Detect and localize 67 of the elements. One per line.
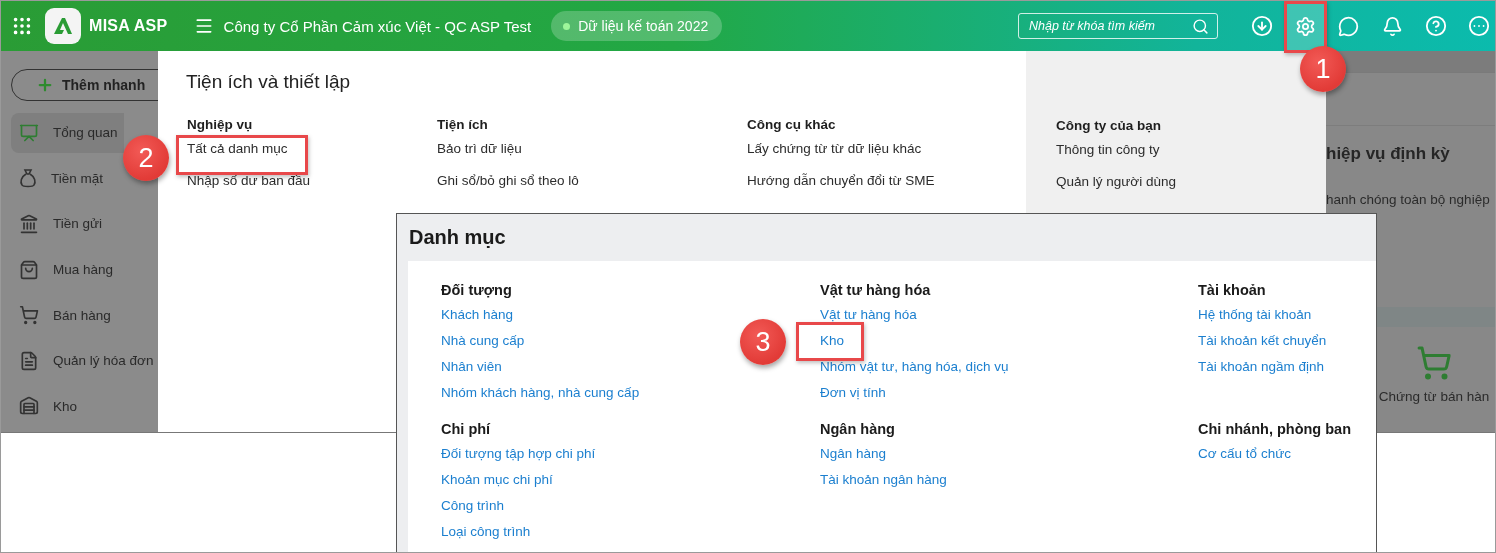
gear-icon[interactable] xyxy=(1294,15,1316,37)
apps-grid-icon[interactable] xyxy=(11,15,33,37)
catalog-link[interactable]: Nhóm vật tư, hàng hóa, dịch vụ xyxy=(820,359,1009,385)
settings-link[interactable]: Thông tin công ty xyxy=(1056,142,1160,174)
group-heading: Chi nhánh, phòng ban xyxy=(1198,420,1353,439)
app-name: MISA ASP xyxy=(89,17,168,35)
catalog-link[interactable]: Nhân viên xyxy=(441,359,502,385)
catalog-link[interactable]: Kho xyxy=(820,333,845,359)
catalog-link[interactable]: Vật tư hàng hóa xyxy=(820,307,917,333)
group-heading: Chi phí xyxy=(441,420,492,439)
settings-link[interactable]: Tất cả danh mục xyxy=(187,141,288,173)
bank-icon xyxy=(19,213,39,234)
cart-icon xyxy=(19,305,39,326)
company-name: Công ty Cổ Phần Cảm xúc Việt - QC ASP Test xyxy=(223,17,532,35)
catalog-link[interactable]: Khách hàng xyxy=(441,307,514,333)
section-heading: Tiện ích xyxy=(437,117,489,134)
search-bar[interactable]: Nhập từ khóa tìm kiếm xyxy=(1018,13,1218,39)
section-heading: Công ty của bạn xyxy=(1056,118,1162,135)
sidebar-item[interactable]: Bán hàng xyxy=(11,295,123,335)
catalog-link[interactable]: Cơ cấu tổ chức xyxy=(1198,446,1291,472)
data-year-badge[interactable]: Dữ liệu kế toán 2022 xyxy=(551,11,723,41)
settings-link[interactable]: Ghi sổ/bỏ ghi sổ theo lô xyxy=(437,173,579,205)
section-heading: Công cụ khác xyxy=(747,117,837,134)
sidebar-item[interactable]: Kho xyxy=(11,386,123,427)
document-icon xyxy=(19,350,39,371)
money-bag-icon xyxy=(19,168,37,189)
catalog-link[interactable]: Khoản mục chi phí xyxy=(441,472,553,498)
shopping-bag-icon xyxy=(19,259,39,280)
group-heading: Tài khoản xyxy=(1198,281,1267,300)
sidebar-item[interactable]: Tiền mặt xyxy=(11,158,123,199)
search-input[interactable]: Nhập từ khóa tìm kiếm xyxy=(1029,19,1179,33)
settings-link[interactable]: Nhập số dư ban đầu xyxy=(187,173,311,205)
cart-icon xyxy=(1416,345,1452,381)
sidebar-item[interactable]: Tiền gửi xyxy=(11,204,123,244)
panel-title: Danh mục xyxy=(408,225,507,250)
section-heading: hiệp vụ định kỳ xyxy=(1326,144,1451,164)
catalog-link[interactable]: Đơn vị tính xyxy=(820,385,886,411)
warehouse-icon xyxy=(19,396,39,417)
catalog-link[interactable]: Nhóm khách hàng, nhà cung cấp xyxy=(441,385,640,411)
search-icon[interactable] xyxy=(1192,17,1209,35)
section-heading: Nghiệp vụ xyxy=(187,117,254,134)
sidebar-item[interactable]: Quản lý hóa đơn xyxy=(11,340,158,381)
settings-link[interactable]: Bảo trì dữ liệu xyxy=(437,141,522,173)
catalog-link[interactable]: Hệ thống tài khoản xyxy=(1198,307,1312,333)
description-text: hanh chóng toàn bộ nghiệp xyxy=(1326,192,1491,207)
settings-link[interactable]: Lấy chứng từ từ dữ liệu khác xyxy=(747,141,922,173)
plus-icon xyxy=(36,76,54,94)
settings-link[interactable]: Hướng dẫn chuyển đổi từ SME xyxy=(747,173,935,205)
sidebar-item[interactable]: Mua hàng xyxy=(11,249,123,290)
group-heading: Vật tư hàng hóa xyxy=(820,281,932,300)
sidebar-item[interactable]: Tổng quan xyxy=(11,113,124,153)
group-heading: Ngân hàng xyxy=(820,420,896,439)
group-heading: Đối tượng xyxy=(441,281,513,300)
app-logo-icon xyxy=(45,8,81,44)
shortcut-label: Chứng từ bán hàn xyxy=(1378,389,1490,404)
highlight-frame xyxy=(796,322,864,361)
catalog-link[interactable]: Công trình xyxy=(441,498,505,524)
catalog-link[interactable]: Tài khoản ngân hàng xyxy=(820,472,947,498)
settings-link[interactable]: Quản lý người dùng xyxy=(1056,174,1176,206)
catalog-link[interactable]: Tài khoản kết chuyển xyxy=(1198,333,1327,359)
catalog-link[interactable]: Đối tượng tập hợp chi phí xyxy=(441,446,596,472)
catalog-link[interactable]: Loại công trình xyxy=(441,524,531,550)
monitor-chart-icon xyxy=(19,122,39,143)
panel-title: Tiện ích và thiết lập xyxy=(186,71,352,93)
catalog-link[interactable]: Tài khoản ngầm định xyxy=(1198,359,1325,385)
catalog-link[interactable]: Ngân hàng xyxy=(820,446,887,472)
catalog-link[interactable]: Nhà cung cấp xyxy=(441,333,525,359)
